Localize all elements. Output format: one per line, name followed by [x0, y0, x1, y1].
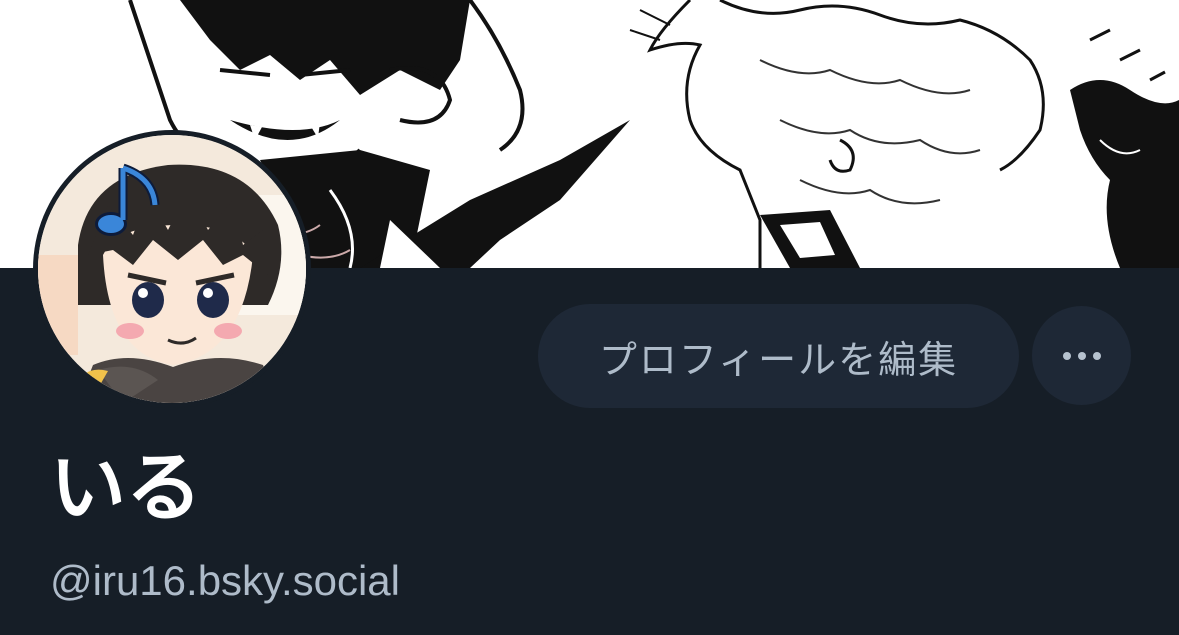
more-options-button[interactable]	[1032, 306, 1131, 405]
edit-profile-label: プロフィールを編集	[598, 337, 959, 382]
profile-handle: @iru16.bsky.social	[50, 557, 400, 604]
edit-profile-button[interactable]: プロフィールを編集	[538, 304, 1019, 408]
avatar[interactable]	[33, 130, 311, 408]
music-note-icon	[95, 163, 160, 236]
avatar-image	[38, 135, 306, 403]
display-name: いる	[50, 443, 202, 532]
ellipsis-icon	[1062, 351, 1101, 360]
